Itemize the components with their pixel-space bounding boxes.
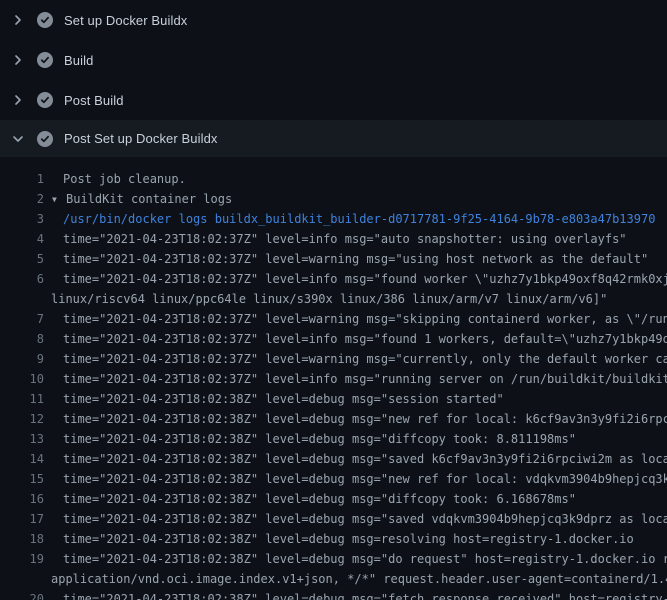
log-line: 20 time="2021-04-23T18:02:38Z" level=deb… (0, 589, 667, 600)
log-text: time="2021-04-23T18:02:38Z" level=debug … (63, 469, 667, 489)
log-text: time="2021-04-23T18:02:38Z" level=debug … (63, 389, 504, 409)
line-number[interactable]: 15 (0, 469, 44, 489)
log-line: 10 time="2021-04-23T18:02:37Z" level=inf… (0, 369, 667, 389)
log-line: 11 time="2021-04-23T18:02:38Z" level=deb… (0, 389, 667, 409)
chevron-right-icon[interactable] (10, 12, 26, 28)
log-line: 16 time="2021-04-23T18:02:38Z" level=deb… (0, 489, 667, 509)
line-number[interactable]: 6 (0, 269, 44, 289)
line-number[interactable]: 5 (0, 249, 44, 269)
log-line: 1 Post job cleanup. (0, 169, 667, 189)
log-text: time="2021-04-23T18:02:38Z" level=debug … (63, 529, 634, 549)
line-number[interactable]: 12 (0, 409, 44, 429)
step-label: Build (64, 53, 93, 68)
triangle-down-icon[interactable]: ▼ (52, 190, 66, 210)
log-text: time="2021-04-23T18:02:38Z" level=debug … (63, 549, 667, 569)
log-text: time="2021-04-23T18:02:37Z" level=info m… (63, 369, 667, 389)
check-circle-icon (37, 12, 53, 28)
line-number[interactable]: 17 (0, 509, 44, 529)
chevron-right-icon[interactable] (10, 92, 26, 108)
line-number[interactable]: 19 (0, 549, 44, 569)
log-line: 3 /usr/bin/docker logs buildx_buildkit_b… (0, 209, 667, 229)
line-number[interactable]: 4 (0, 229, 44, 249)
log-line: application/vnd.oci.image.index.v1+json,… (0, 569, 667, 589)
log-group-toggle[interactable]: ▼BuildKit container logs (52, 189, 232, 209)
step-row-post-build[interactable]: Post Build (0, 80, 667, 120)
log-line: 9 time="2021-04-23T18:02:37Z" level=warn… (0, 349, 667, 369)
line-number[interactable]: 9 (0, 349, 44, 369)
log-line: linux/riscv64 linux/ppc64le linux/s390x … (0, 289, 667, 309)
log-text: /usr/bin/docker logs buildx_buildkit_bui… (63, 209, 655, 229)
log-line: 12 time="2021-04-23T18:02:38Z" level=deb… (0, 409, 667, 429)
step-row-build[interactable]: Build (0, 40, 667, 80)
chevron-down-icon[interactable] (10, 131, 26, 147)
log-text: Post job cleanup. (63, 169, 186, 189)
line-number[interactable]: 8 (0, 329, 44, 349)
line-number[interactable]: 1 (0, 169, 44, 189)
log-text: time="2021-04-23T18:02:38Z" level=debug … (63, 449, 667, 469)
line-number[interactable]: 11 (0, 389, 44, 409)
line-number[interactable]: 20 (0, 589, 44, 600)
log-text: time="2021-04-23T18:02:37Z" level=info m… (63, 329, 667, 349)
line-number[interactable]: 7 (0, 309, 44, 329)
step-label: Post Set up Docker Buildx (64, 131, 218, 146)
log-line: 15 time="2021-04-23T18:02:38Z" level=deb… (0, 469, 667, 489)
log-line: 5 time="2021-04-23T18:02:37Z" level=warn… (0, 249, 667, 269)
line-number[interactable]: 14 (0, 449, 44, 469)
log-text: linux/riscv64 linux/ppc64le linux/s390x … (51, 289, 607, 309)
log-line: 17 time="2021-04-23T18:02:38Z" level=deb… (0, 509, 667, 529)
check-circle-icon (37, 131, 53, 147)
line-number[interactable]: 18 (0, 529, 44, 549)
log-line: 6 time="2021-04-23T18:02:37Z" level=info… (0, 269, 667, 289)
log-line: 14 time="2021-04-23T18:02:38Z" level=deb… (0, 449, 667, 469)
check-circle-icon (37, 52, 53, 68)
log-line: 18 time="2021-04-23T18:02:38Z" level=deb… (0, 529, 667, 549)
log-text: time="2021-04-23T18:02:37Z" level=warnin… (63, 349, 667, 369)
check-circle-icon (37, 92, 53, 108)
log-text: time="2021-04-23T18:02:37Z" level=warnin… (63, 309, 667, 329)
log-text: time="2021-04-23T18:02:38Z" level=debug … (63, 509, 667, 529)
line-number (0, 569, 44, 589)
log-text: time="2021-04-23T18:02:38Z" level=debug … (63, 589, 667, 600)
line-number[interactable]: 13 (0, 429, 44, 449)
log-text: time="2021-04-23T18:02:38Z" level=debug … (63, 429, 576, 449)
step-row-set-up-docker-buildx[interactable]: Set up Docker Buildx (0, 0, 667, 40)
step-row-post-set-up-docker-buildx[interactable]: Post Set up Docker Buildx (0, 120, 667, 157)
log-text: time="2021-04-23T18:02:38Z" level=debug … (63, 409, 667, 429)
step-label: Set up Docker Buildx (64, 13, 187, 28)
chevron-right-icon[interactable] (10, 52, 26, 68)
step-label: Post Build (64, 93, 124, 108)
line-number[interactable]: 16 (0, 489, 44, 509)
line-number[interactable]: 3 (0, 209, 44, 229)
log-text: time="2021-04-23T18:02:37Z" level=info m… (63, 269, 667, 289)
log-text: time="2021-04-23T18:02:37Z" level=info m… (63, 229, 627, 249)
log-text: time="2021-04-23T18:02:38Z" level=debug … (63, 489, 576, 509)
log-text: application/vnd.oci.image.index.v1+json,… (51, 569, 667, 589)
step-log-output: 1 Post job cleanup. 2 ▼BuildKit containe… (0, 157, 667, 600)
line-number[interactable]: 10 (0, 369, 44, 389)
log-line: 7 time="2021-04-23T18:02:37Z" level=warn… (0, 309, 667, 329)
log-line: 13 time="2021-04-23T18:02:38Z" level=deb… (0, 429, 667, 449)
log-line: 4 time="2021-04-23T18:02:37Z" level=info… (0, 229, 667, 249)
log-line: 8 time="2021-04-23T18:02:37Z" level=info… (0, 329, 667, 349)
log-line: 2 ▼BuildKit container logs (0, 189, 667, 209)
log-text: time="2021-04-23T18:02:37Z" level=warnin… (63, 249, 648, 269)
line-number[interactable]: 2 (0, 189, 44, 209)
line-number (0, 289, 44, 309)
actions-log-viewer: Set up Docker Buildx Build Post Build Po… (0, 0, 667, 600)
log-line: 19 time="2021-04-23T18:02:38Z" level=deb… (0, 549, 667, 569)
